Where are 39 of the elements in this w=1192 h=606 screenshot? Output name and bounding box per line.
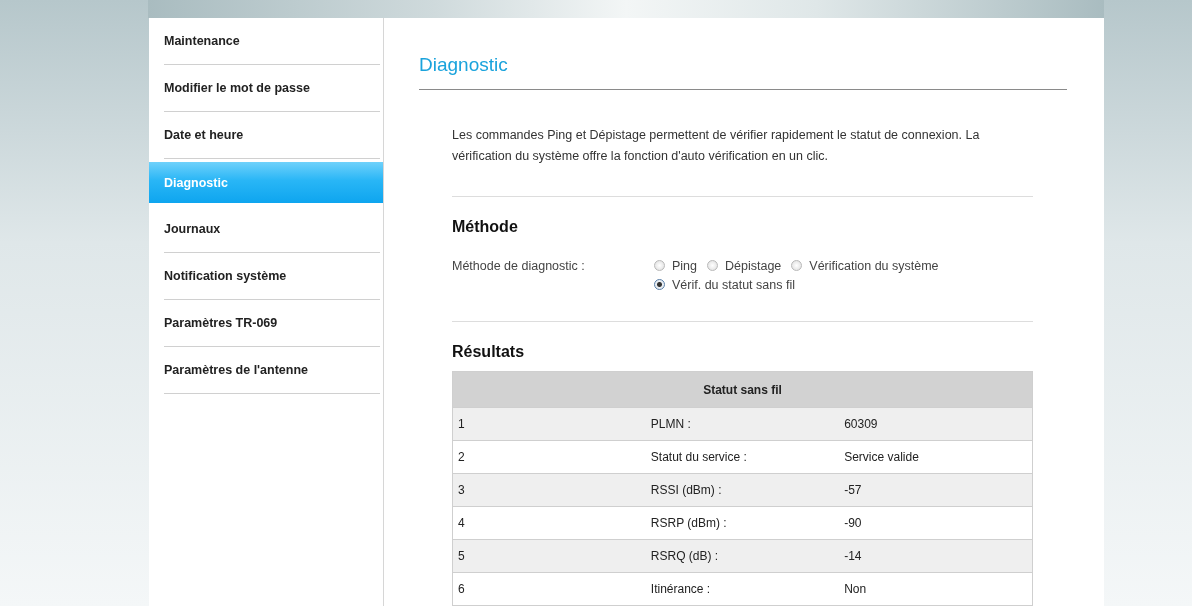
table-cell: Itinérance :	[645, 572, 840, 606]
radio-button[interactable]	[707, 260, 719, 271]
description-text: Les commandes Ping et Dépistage permettent de vérifier rapidement le statut de connexion. La vérification du système offre la fonction d'auto vérification en un clic.	[452, 90, 1033, 197]
table-cell: Non	[839, 572, 1033, 606]
table-cell: -14	[839, 539, 1033, 573]
radio-label: Dépistage	[725, 259, 782, 273]
sidebar-item[interactable]: Paramètres de l'antenne	[164, 347, 380, 394]
table-cell: RSRP (dBm) :	[645, 506, 840, 540]
sidebar-item[interactable]: Maintenance	[164, 18, 380, 65]
sidebar-item[interactable]: Paramètres TR-069	[164, 300, 380, 347]
section-heading: Résultats	[452, 342, 526, 361]
section-heading: Méthode	[452, 217, 519, 236]
radio-button[interactable]	[791, 260, 803, 271]
table-header: Statut sans fil	[452, 371, 1033, 408]
table-cell: 4	[452, 506, 646, 540]
sidebar-item[interactable]: Date et heure	[164, 112, 380, 159]
radio-button[interactable]	[654, 279, 665, 290]
table-cell: -57	[839, 473, 1033, 507]
sidebar-item[interactable]: Journaux	[164, 206, 380, 253]
field-label: Méthode de diagnostic :	[452, 259, 586, 275]
radio-label: Vérification du système	[809, 259, 939, 273]
table-cell: 1	[452, 407, 646, 441]
sidebar-item[interactable]: Notification système	[164, 253, 380, 300]
table-cell: -90	[839, 506, 1033, 540]
table-cell: 60309	[839, 407, 1033, 441]
radio-label: Vérif. du statut sans fil	[672, 278, 795, 292]
table-cell: PLMN :	[645, 407, 840, 441]
table-cell: 5	[452, 539, 646, 573]
page-title: Diagnostic	[419, 54, 1067, 90]
table-cell: 3	[452, 473, 646, 507]
sidebar-item[interactable]: Modifier le mot de passe	[164, 65, 380, 112]
table-cell: 6	[452, 572, 646, 606]
table-cell: 2	[452, 440, 646, 474]
radio-label: Ping	[672, 259, 698, 273]
table-cell: RSRQ (dB) :	[645, 539, 840, 573]
table-cell: Statut du service :	[645, 440, 840, 474]
table-cell: Service valide	[839, 440, 1033, 474]
radio-button[interactable]	[654, 260, 665, 271]
table-cell: RSSI (dBm) :	[645, 473, 840, 507]
